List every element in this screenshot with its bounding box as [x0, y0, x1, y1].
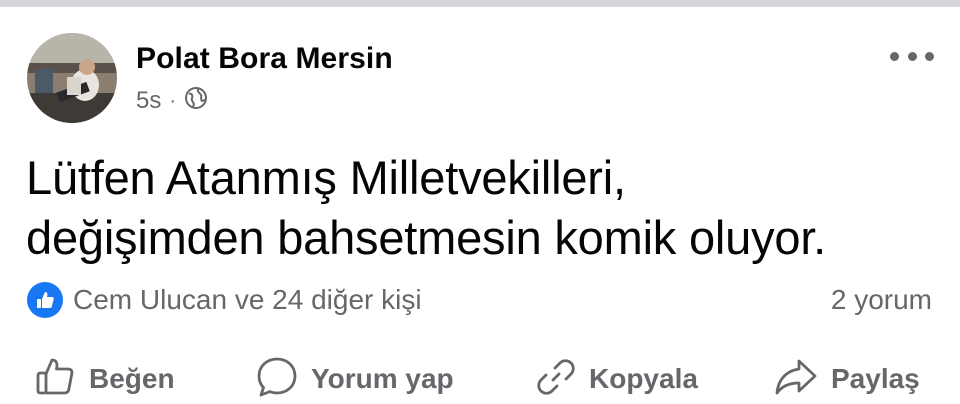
post-meta: 5s · [136, 86, 208, 116]
link-icon [535, 356, 577, 403]
like-button[interactable]: Beğen [35, 355, 175, 403]
like-label: Beğen [89, 363, 175, 394]
comment-bubble-icon [255, 355, 299, 404]
copy-label: Kopyala [589, 363, 698, 394]
like-icon [27, 282, 63, 318]
meta-separator: · [169, 89, 177, 112]
comment-label: Yorum yap [311, 363, 454, 394]
more-options-icon[interactable] [890, 45, 934, 67]
post-text: Lütfen Atanmış Milletvekilleri, değişimd… [26, 148, 936, 268]
comment-count[interactable]: 2 yorum [831, 282, 932, 318]
share-label: Paylaş [831, 363, 920, 394]
share-button[interactable]: Paylaş [773, 355, 920, 403]
avatar[interactable] [27, 33, 117, 123]
top-divider [0, 0, 960, 7]
comment-button[interactable]: Yorum yap [255, 355, 454, 403]
author-name[interactable]: Polat Bora Mersin [136, 42, 393, 76]
share-arrow-icon [773, 356, 819, 403]
reactions-summary[interactable]: Cem Ulucan ve 24 diğer kişi [27, 282, 422, 318]
globe-icon [184, 86, 208, 117]
action-bar: Beğen Yorum yap Kopyala Paylaş [0, 355, 960, 403]
reactions-text[interactable]: Cem Ulucan ve 24 diğer kişi [73, 284, 422, 316]
post-text-line: değişimden bahsetmesin komik oluyor. [26, 211, 827, 264]
post-text-line: Lütfen Atanmış Milletvekilleri, [26, 151, 626, 204]
post-time[interactable]: 5s [136, 87, 161, 115]
copy-button[interactable]: Kopyala [535, 355, 698, 403]
thumbs-up-icon [35, 356, 77, 403]
